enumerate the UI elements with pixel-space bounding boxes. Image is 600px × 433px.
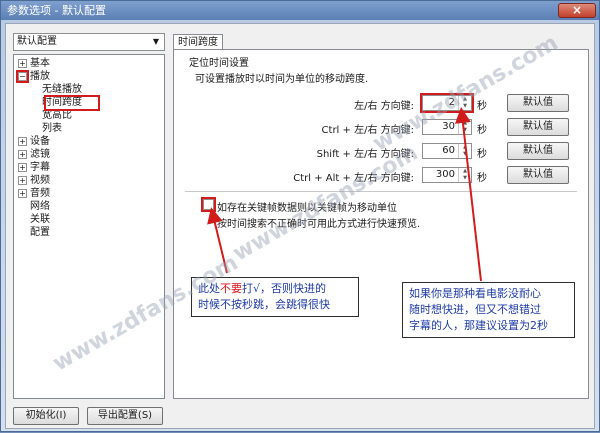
spinner-value: 60 — [442, 145, 455, 156]
default-value-button[interactable]: 默认值 — [507, 94, 569, 112]
seconds-spinner[interactable]: 2 ▲ ▼ — [420, 93, 474, 113]
title-bar[interactable]: 参数选项 - 默认配置 × — [1, 1, 599, 20]
spin-arrows-icon[interactable]: ▲ ▼ — [458, 120, 471, 134]
row-label: Ctrl + 左/右 方向键: — [321, 125, 414, 136]
spin-arrows-icon[interactable]: ▲ ▼ — [458, 168, 471, 182]
group-title: 定位时间设置 — [189, 58, 249, 69]
default-value-button[interactable]: 默认值 — [507, 142, 569, 160]
expand-icon[interactable]: + — [18, 150, 27, 159]
chevron-down-icon: ▼ — [152, 37, 160, 46]
unit-label: 秒 — [477, 101, 487, 112]
profile-select-value: 默认配置 — [17, 36, 57, 47]
seconds-spinner[interactable]: 30 ▲ ▼ — [422, 119, 472, 135]
window-title: 参数选项 - 默认配置 — [7, 4, 106, 17]
keyframe-checkbox[interactable] — [201, 197, 216, 212]
seconds-spinner[interactable]: 60 ▲ ▼ — [422, 143, 472, 159]
expand-icon[interactable]: + — [18, 176, 27, 185]
highlight-box — [44, 95, 100, 111]
unit-label: 秒 — [477, 149, 487, 160]
annotation-note-left: 此处不要打√，否则快进的 时候不按秒跳，会跳得很快 — [191, 277, 359, 317]
row-label: Shift + 左/右 方向键: — [316, 149, 414, 160]
seconds-spinner[interactable]: 300 ▲ ▼ — [422, 167, 472, 183]
expand-icon[interactable]: + — [18, 137, 27, 146]
unit-label: 秒 — [477, 173, 487, 184]
group-description: 可设置播放时以时间为单位的移动跨度. — [195, 74, 369, 85]
spin-arrows-icon[interactable]: ▲ ▼ — [458, 96, 471, 110]
expand-icon[interactable]: + — [18, 189, 27, 198]
settings-tree[interactable]: + 基本 − 播放 无缝播放 时间跨度 宽高比 列表 + 设备 + 滤镜 + 字… — [13, 54, 165, 399]
expand-icon[interactable]: + — [18, 163, 27, 172]
default-value-button[interactable]: 默认值 — [507, 166, 569, 184]
keyframe-hint: 按时间搜索不正确时可用此方式进行快速预览. — [217, 219, 421, 230]
row-label: Ctrl + Alt + 左/右 方向键: — [293, 173, 414, 184]
tab-time-span[interactable]: 时间跨度 — [173, 34, 223, 50]
spinner-value: 30 — [442, 121, 455, 132]
close-button[interactable]: × — [558, 3, 596, 18]
export-config-button[interactable]: 导出配置(S) — [87, 407, 163, 425]
spin-arrows-icon[interactable]: ▲ ▼ — [458, 144, 471, 158]
annotation-note-right: 如果你是那种看电影没耐心 随时想快进，但又不想错过 字幕的人，那建议设置为2秒 — [402, 282, 575, 338]
divider — [185, 191, 577, 192]
unit-label: 秒 — [477, 125, 487, 136]
default-value-button[interactable]: 默认值 — [507, 118, 569, 136]
spinner-value: 300 — [435, 169, 455, 180]
keyframe-checkbox-label[interactable]: 如存在关键帧数据则以关键帧为移动单位 — [217, 199, 397, 214]
collapse-icon[interactable]: − — [16, 70, 29, 83]
profile-select[interactable]: 默认配置 ▼ — [13, 33, 165, 51]
expand-icon[interactable]: + — [18, 59, 27, 68]
row-label: 左/右 方向键: — [354, 101, 414, 112]
init-button[interactable]: 初始化(I) — [13, 407, 79, 425]
spinner-value: 2 — [448, 97, 455, 108]
preferences-window: 参数选项 - 默认配置 × 默认配置 ▼ + 基本 − 播放 无缝播放 时间跨度… — [0, 0, 600, 432]
